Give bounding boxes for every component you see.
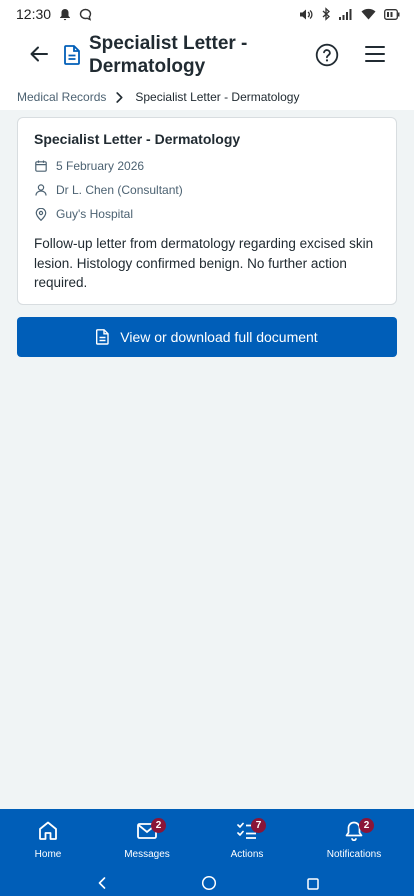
card-body: Follow-up letter from dermatology regard… [34,236,374,290]
breadcrumb-link-medical-records[interactable]: Medical Records [17,90,106,104]
view-download-document-label: View or download full document [120,329,318,345]
notifications-badge: 2 [359,818,374,833]
nav-messages-label: Messages [124,849,170,860]
system-back-icon[interactable] [97,876,107,894]
wifi-icon [361,8,376,20]
menu-icon [364,46,386,67]
nav-actions-label: Actions [230,849,264,860]
person-icon [34,183,48,197]
card-title: Specialist Letter - Dermatology [34,131,241,147]
system-navigation-bar [0,866,414,896]
bell-icon [59,8,71,21]
view-download-document-button[interactable]: View or download full document [17,317,397,357]
chat-bubble-icon [79,8,92,21]
nav-messages[interactable]: 2 Messages [117,809,177,866]
nav-home-label: Home [34,849,62,860]
back-button[interactable] [24,41,54,71]
app-header: Specialist Letter - Dermatology [0,28,414,84]
volume-icon [299,8,314,21]
meta-doctor: Dr L. Chen (Consultant) [34,183,183,197]
bottom-navigation: Home 2 Messages 7 Actions 2 Notification… [0,809,414,866]
breadcrumb-current: Specialist Letter - Dermatology [135,90,300,104]
document-icon [96,329,110,345]
document-icon [64,45,82,67]
bluetooth-icon [322,7,331,21]
messages-badge: 2 [151,818,166,833]
page-title: Specialist Letter - Dermatology [89,33,248,77]
meta-location: Guy's Hospital [34,207,133,221]
status-bar: 12:30 [0,0,414,28]
nav-actions[interactable]: 7 Actions [222,809,272,866]
back-arrow-icon [30,46,48,67]
chevron-right-icon [116,91,123,103]
nav-notifications[interactable]: 2 Notifications [322,809,386,866]
meta-date: 5 February 2026 [34,159,144,173]
help-button[interactable] [315,43,339,67]
home-icon [38,821,58,843]
card-location: Guy's Hospital [56,207,133,221]
status-time: 12:30 [16,6,52,22]
location-pin-icon [34,207,48,221]
calendar-icon [34,159,48,173]
nav-home[interactable]: Home [26,809,70,866]
system-home-icon[interactable] [201,875,217,896]
document-card: Specialist Letter - Dermatology 5 Februa… [17,117,397,305]
help-icon [315,43,339,71]
system-recent-apps-icon[interactable] [307,877,319,895]
nav-notifications-label: Notifications [326,849,382,860]
actions-badge: 7 [251,818,266,833]
signal-icon [339,8,353,20]
card-date: 5 February 2026 [56,159,145,173]
menu-button[interactable] [364,45,386,65]
card-doctor: Dr L. Chen (Consultant) [56,183,183,197]
breadcrumb: Medical Records Specialist Letter - Derm… [0,84,414,110]
battery-icon [384,8,400,20]
